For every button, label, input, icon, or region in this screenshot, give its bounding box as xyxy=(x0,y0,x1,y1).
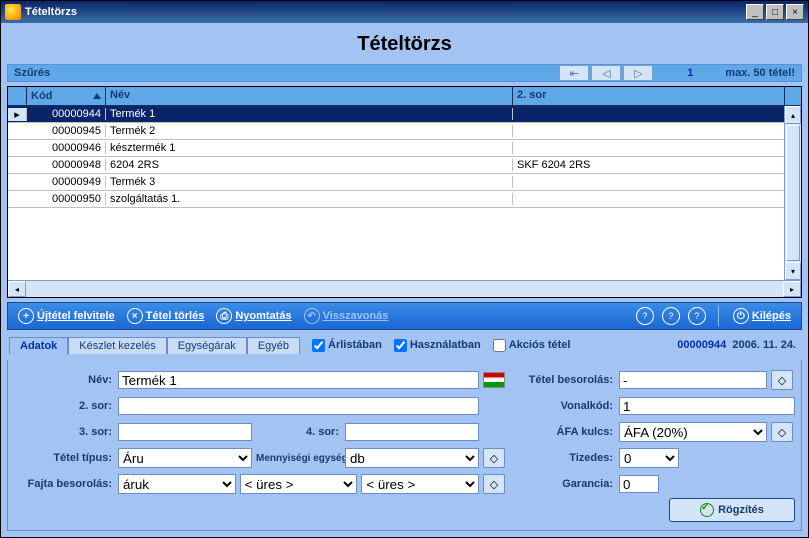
delete-item-button[interactable]: ×Tétel törlés xyxy=(123,306,209,326)
flag-icon[interactable] xyxy=(483,372,505,388)
nav-first-button[interactable]: ⇤ xyxy=(559,65,589,81)
help3-icon[interactable]: ? xyxy=(688,307,706,325)
new-item-button[interactable]: +Újtétel felvitele xyxy=(14,306,119,326)
scroll-thumb[interactable] xyxy=(786,125,800,261)
fajta-label: Fajta besorolás: xyxy=(14,478,114,490)
sor4-label: 4. sor: xyxy=(256,426,341,438)
scroll-up-button[interactable]: ▴ xyxy=(785,106,801,124)
nev-input[interactable] xyxy=(118,371,479,389)
nav-next-button[interactable]: ▷ xyxy=(623,65,653,81)
sor4-input[interactable] xyxy=(345,423,479,441)
vertical-scrollbar[interactable]: ▴ ▾ xyxy=(784,106,801,280)
app-window: Tételtörzs _ □ × Tételtörzs Szűrés ⇤ ◁ ▷… xyxy=(0,0,809,538)
col-sor2[interactable]: 2. sor xyxy=(513,87,784,105)
col-kod[interactable]: Kód xyxy=(27,87,106,105)
tab-keszlet[interactable]: Készlet kezelés xyxy=(68,337,166,354)
garancia-label: Garancia: xyxy=(515,478,615,490)
fajta-select-3[interactable]: < üres > xyxy=(361,474,479,494)
tab-bar: Adatok Készlet kezelés Egységárak Egyéb … xyxy=(7,334,802,356)
filter-label: Szűrés xyxy=(8,67,559,79)
plus-icon: + xyxy=(18,308,34,324)
help2-icon[interactable]: ? xyxy=(662,307,680,325)
close-button[interactable]: × xyxy=(786,4,804,20)
nav-current: 1 xyxy=(655,67,725,79)
horizontal-scrollbar[interactable]: ◂ ▸ xyxy=(8,280,801,297)
window-title: Tételtörzs xyxy=(25,6,744,18)
menny-select[interactable]: db xyxy=(345,448,479,468)
print-button[interactable]: ⎙Nyomtatás xyxy=(212,306,295,326)
power-icon: ⏻ xyxy=(733,308,749,324)
afa-lookup-button[interactable]: ◇ xyxy=(771,422,793,442)
besor-lookup-button[interactable]: ◇ xyxy=(771,370,793,390)
menny-lookup-button[interactable]: ◇ xyxy=(483,448,505,468)
tab-adatok[interactable]: Adatok xyxy=(9,337,68,355)
table-row[interactable]: 00000950szolgáltatás 1. xyxy=(8,191,801,208)
sor2-label: 2. sor: xyxy=(14,400,114,412)
exit-button[interactable]: ⏻Kilépés xyxy=(729,306,795,326)
fajta-lookup-button[interactable]: ◇ xyxy=(483,474,505,494)
table-row[interactable]: 00000946késztermék 1 xyxy=(8,140,801,157)
scroll-left-button[interactable]: ◂ xyxy=(8,281,26,297)
fajta-select-2[interactable]: < üres > xyxy=(240,474,358,494)
check-arlistaban[interactable]: Árlistában xyxy=(312,339,382,352)
undo-button[interactable]: ↶Visszavonás xyxy=(300,306,393,326)
nev-label: Név: xyxy=(14,374,114,386)
col-nev[interactable]: Név xyxy=(106,87,513,105)
check-hasznalatban[interactable]: Használatban xyxy=(394,339,481,352)
tipus-label: Tétel típus: xyxy=(14,452,114,464)
titlebar: Tételtörzs _ □ × xyxy=(1,1,808,23)
tab-egysegarak[interactable]: Egységárak xyxy=(167,337,247,354)
sor2-input[interactable] xyxy=(118,397,479,415)
undo-icon: ↶ xyxy=(304,308,320,324)
afa-label: ÁFA kulcs: xyxy=(515,426,615,438)
vonalkod-label: Vonalkód: xyxy=(515,400,615,412)
filter-bar: Szűrés ⇤ ◁ ▷ 1 max. 50 tétel! xyxy=(7,64,802,82)
grid-body: ▸00000944Termék 100000945Termék 20000094… xyxy=(8,106,801,280)
rogzites-button[interactable]: Rögzítés xyxy=(669,498,795,522)
tab-egyeb[interactable]: Egyéb xyxy=(247,337,300,354)
tizedes-label: Tizedes: xyxy=(515,452,615,464)
table-row[interactable]: 00000949Termék 3 xyxy=(8,174,801,191)
fajta-select-1[interactable]: áruk xyxy=(118,474,236,494)
table-row[interactable]: 00000945Termék 2 xyxy=(8,123,801,140)
page-title: Tételtörzs xyxy=(7,29,802,60)
check-akcios[interactable]: Akciós tétel xyxy=(493,339,571,352)
print-icon: ⎙ xyxy=(216,308,232,324)
vonalkod-input[interactable] xyxy=(619,397,795,415)
tipus-select[interactable]: Áru xyxy=(118,448,252,468)
check-icon xyxy=(700,503,714,517)
tizedes-select[interactable]: 0 xyxy=(619,448,679,468)
besor-input[interactable] xyxy=(619,371,767,389)
x-icon: × xyxy=(127,308,143,324)
besor-label: Tétel besorolás: xyxy=(515,374,615,386)
table-row[interactable]: ▸00000944Termék 1 xyxy=(8,106,801,123)
grid-header: Kód Név 2. sor xyxy=(8,87,801,106)
sort-asc-icon xyxy=(93,93,101,99)
sor3-input[interactable] xyxy=(118,423,252,441)
data-code-date: 00000944 2006. 11. 24. xyxy=(677,339,802,351)
main-toolbar: +Újtétel felvitele ×Tétel törlés ⎙Nyomta… xyxy=(7,302,802,330)
afa-select[interactable]: ÁFA (20%) xyxy=(619,422,767,442)
minimize-button[interactable]: _ xyxy=(746,4,764,20)
maximize-button[interactable]: □ xyxy=(766,4,784,20)
garancia-input[interactable] xyxy=(619,475,659,493)
nav-max-label: max. 50 tétel! xyxy=(725,67,801,79)
scroll-down-button[interactable]: ▾ xyxy=(785,262,801,280)
scroll-right-button[interactable]: ▸ xyxy=(783,281,801,297)
nav-prev-button[interactable]: ◁ xyxy=(591,65,621,81)
data-grid: Kód Név 2. sor ▸00000944Termék 100000945… xyxy=(7,86,802,298)
menny-label: Mennyiségi egység: xyxy=(256,453,341,464)
table-row[interactable]: 000009486204 2RSSKF 6204 2RS xyxy=(8,157,801,174)
app-icon xyxy=(5,4,21,20)
sor3-label: 3. sor: xyxy=(14,426,114,438)
form-panel: Név: 2. sor: 3. sor: 4. sor: Tétel típus… xyxy=(7,360,802,531)
help1-icon[interactable]: ? xyxy=(636,307,654,325)
